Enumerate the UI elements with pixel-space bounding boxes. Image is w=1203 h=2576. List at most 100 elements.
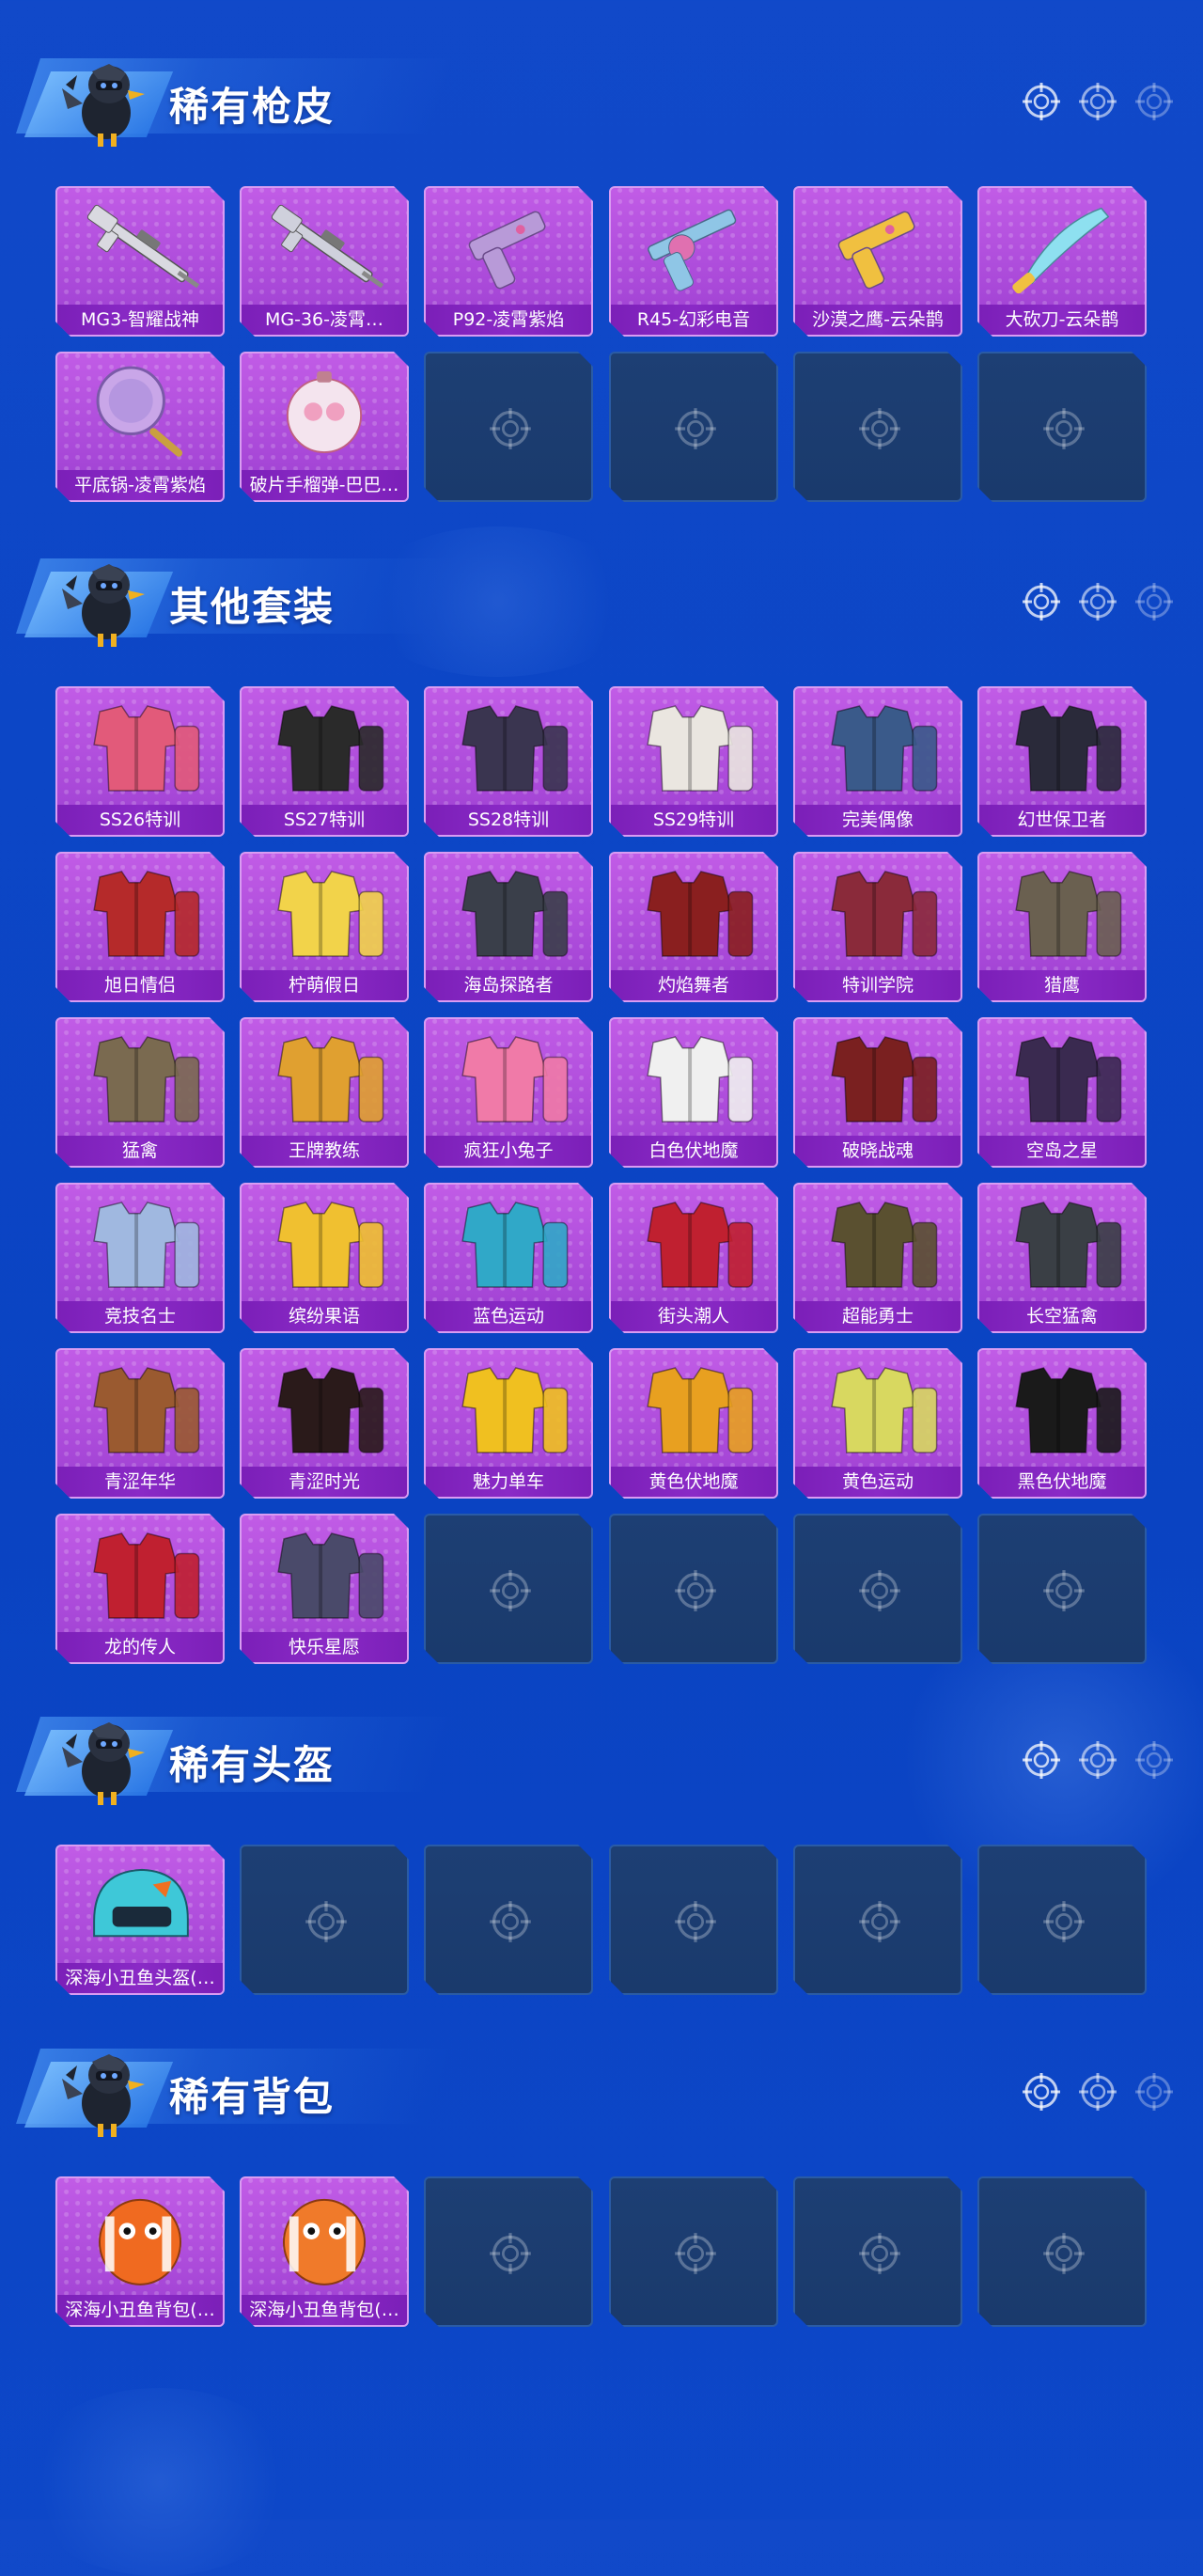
item-label: 深海小丑鱼头盔(… (57, 1963, 223, 1993)
grenade-icon (242, 353, 407, 472)
item-card[interactable]: 猎鹰 (977, 852, 1147, 1002)
item-card[interactable]: 超能勇士 (793, 1183, 962, 1333)
item-card[interactable]: P92-凌霄紫焰 (424, 186, 593, 337)
item-label: 疯狂小兔子 (426, 1136, 591, 1166)
item-card[interactable]: 疯狂小兔子 (424, 1017, 593, 1168)
section: 稀有背包 深海小丑鱼背包(… 深海小丑鱼背包(… (0, 2017, 1203, 2148)
item-card[interactable]: 深海小丑鱼背包(… (240, 2176, 409, 2327)
item-card[interactable]: 缤纷果语 (240, 1183, 409, 1333)
item-card[interactable]: 平底锅-凌霄紫焰 (55, 352, 225, 502)
item-label: 青涩年华 (57, 1467, 223, 1497)
item-card[interactable]: 长空猛禽 (977, 1183, 1147, 1333)
section: 稀有头盔 深海小丑鱼头盔(… (0, 1685, 1203, 1816)
empty-slot (793, 352, 962, 502)
pistol-icon (426, 188, 591, 306)
outfit-icon (611, 854, 776, 972)
crosshair-decoration (1021, 581, 1175, 622)
item-label: 海岛探路者 (426, 970, 591, 1000)
item-label: SS28特训 (426, 805, 591, 835)
item-label: 竞技名士 (57, 1301, 223, 1331)
item-card[interactable]: 柠萌假日 (240, 852, 409, 1002)
item-card[interactable]: SS27特训 (240, 686, 409, 837)
empty-slot (977, 2176, 1147, 2327)
item-label: SS29特训 (611, 805, 776, 835)
item-card[interactable]: SS28特训 (424, 686, 593, 837)
outfit-icon (979, 688, 1145, 807)
item-card[interactable]: 深海小丑鱼背包(… (55, 2176, 225, 2327)
crosshair-icon (1041, 1568, 1086, 1613)
crosshair-decoration (1021, 1739, 1175, 1781)
item-card[interactable]: 黄色运动 (793, 1348, 962, 1499)
item-card[interactable]: 街头潮人 (609, 1183, 778, 1333)
crosshair-icon (1023, 2073, 1060, 2111)
crosshair-decoration (1021, 2071, 1175, 2113)
item-card[interactable]: 幻世保卫者 (977, 686, 1147, 837)
item-card[interactable]: 空岛之星 (977, 1017, 1147, 1168)
item-card[interactable]: 王牌教练 (240, 1017, 409, 1168)
crosshair-icon (304, 1899, 349, 1944)
crosshair-icon (673, 1568, 718, 1613)
item-card[interactable]: 青涩年华 (55, 1348, 225, 1499)
crosshair-icon (673, 406, 718, 451)
pistol-icon (795, 188, 961, 306)
item-card[interactable]: 深海小丑鱼头盔(… (55, 1845, 225, 1995)
crosshair-icon (857, 1899, 902, 1944)
item-label: 猎鹰 (979, 970, 1145, 1000)
item-card[interactable]: MG3-智耀战神 (55, 186, 225, 337)
empty-slot (793, 1514, 962, 1664)
section-title: 其他套装 (169, 584, 336, 630)
item-card[interactable]: 特训学院 (793, 852, 962, 1002)
item-card[interactable]: MG-36-凌霄… (240, 186, 409, 337)
empty-slot (977, 352, 1147, 502)
section-title: 稀有枪皮 (169, 84, 336, 130)
item-card[interactable]: 龙的传人 (55, 1514, 225, 1664)
item-card[interactable]: SS29特训 (609, 686, 778, 837)
item-card[interactable]: 竞技名士 (55, 1183, 225, 1333)
crosshair-icon (1041, 2231, 1086, 2276)
item-label: 街头潮人 (611, 1301, 776, 1331)
item-card[interactable]: 完美偶像 (793, 686, 962, 837)
chicken-mascot-icon (62, 2054, 145, 2137)
crosshair-icon (1135, 1741, 1173, 1779)
item-label: 大砍刀-云朵鹊 (979, 305, 1145, 335)
item-card[interactable]: R45-幻彩电音 (609, 186, 778, 337)
item-card[interactable]: 蓝色运动 (424, 1183, 593, 1333)
item-card[interactable]: 旭日情侣 (55, 852, 225, 1002)
item-card[interactable]: SS26特训 (55, 686, 225, 837)
item-card[interactable]: 破片手榴弹-巴巴… (240, 352, 409, 502)
outfit-icon (426, 854, 591, 972)
section: 其他套装 SS26特训 SS27特训 SS28特训 SS29特训 完美偶像 幻世… (0, 526, 1203, 658)
outfit-icon (242, 854, 407, 972)
empty-slot (424, 1514, 593, 1664)
item-card[interactable]: 灼焰舞者 (609, 852, 778, 1002)
outfit-icon (611, 1350, 776, 1469)
item-card[interactable]: 青涩时光 (240, 1348, 409, 1499)
item-card[interactable]: 快乐星愿 (240, 1514, 409, 1664)
outfit-icon (611, 1185, 776, 1303)
item-card[interactable]: 白色伏地魔 (609, 1017, 778, 1168)
outfit-icon (426, 1019, 591, 1138)
section-title: 稀有背包 (169, 2074, 336, 2120)
item-card[interactable]: 猛禽 (55, 1017, 225, 1168)
empty-slot (240, 1845, 409, 1995)
crosshair-icon (673, 1899, 718, 1944)
empty-slot (977, 1845, 1147, 1995)
item-card[interactable]: 魅力单车 (424, 1348, 593, 1499)
item-label: P92-凌霄紫焰 (426, 305, 591, 335)
outfit-icon (795, 1350, 961, 1469)
item-label: 快乐星愿 (242, 1632, 407, 1662)
item-label: 柠萌假日 (242, 970, 407, 1000)
item-label: 超能勇士 (795, 1301, 961, 1331)
item-card[interactable]: 大砍刀-云朵鹊 (977, 186, 1147, 337)
item-label: 空岛之星 (979, 1136, 1145, 1166)
item-card[interactable]: 破晓战魂 (793, 1017, 962, 1168)
outfit-icon (979, 1350, 1145, 1469)
crosshair-icon (488, 1568, 533, 1613)
empty-slot (609, 1845, 778, 1995)
section-header: 稀有枪皮 (0, 26, 1203, 158)
item-card[interactable]: 沙漠之鹰-云朵鹊 (793, 186, 962, 337)
outfit-icon (979, 1185, 1145, 1303)
item-card[interactable]: 黄色伏地魔 (609, 1348, 778, 1499)
item-card[interactable]: 黑色伏地魔 (977, 1348, 1147, 1499)
item-card[interactable]: 海岛探路者 (424, 852, 593, 1002)
